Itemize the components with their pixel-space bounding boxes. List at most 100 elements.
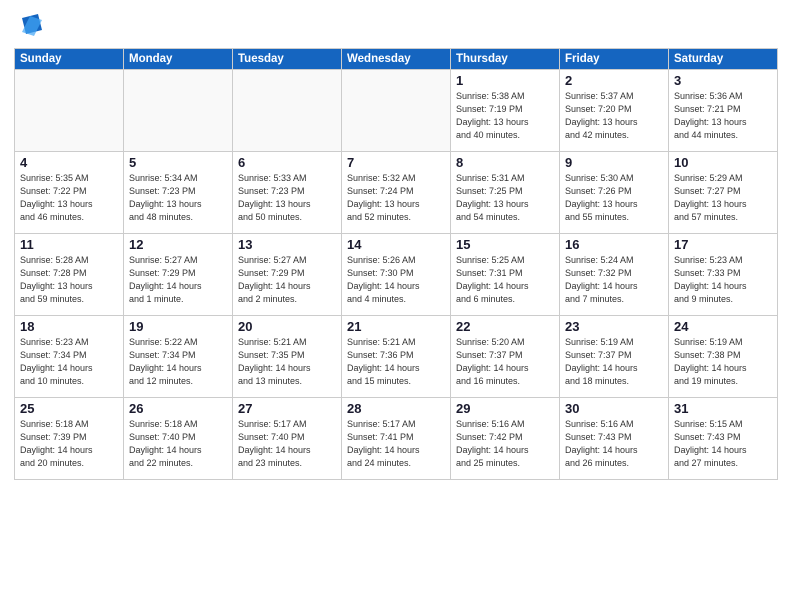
day-number: 25 — [20, 401, 118, 416]
day-info: Sunrise: 5:16 AM Sunset: 7:43 PM Dayligh… — [565, 418, 663, 470]
day-number: 28 — [347, 401, 445, 416]
weekday-header-thursday: Thursday — [451, 49, 560, 70]
day-number: 9 — [565, 155, 663, 170]
day-info: Sunrise: 5:27 AM Sunset: 7:29 PM Dayligh… — [129, 254, 227, 306]
day-info: Sunrise: 5:23 AM Sunset: 7:34 PM Dayligh… — [20, 336, 118, 388]
calendar-week-row: 1 Sunrise: 5:38 AM Sunset: 7:19 PM Daylig… — [15, 70, 778, 152]
day-info: Sunrise: 5:28 AM Sunset: 7:28 PM Dayligh… — [20, 254, 118, 306]
calendar-cell: 3Sunrise: 5:36 AM Sunset: 7:21 PM Daylig… — [669, 70, 778, 152]
day-info: Sunrise: 5:22 AM Sunset: 7:34 PM Dayligh… — [129, 336, 227, 388]
day-info: Sunrise: 5:19 AM Sunset: 7:37 PM Dayligh… — [565, 336, 663, 388]
day-info: Sunrise: 5:17 AM Sunset: 7:40 PM Dayligh… — [238, 418, 336, 470]
calendar-cell: 26 Sunrise: 5:18 AM Sunset: 7:40 PM Dayli… — [124, 398, 233, 480]
calendar-cell: 6Sunrise: 5:33 AM Sunset: 7:23 PM Daylig… — [233, 152, 342, 234]
calendar-cell: 15Sunrise: 5:25 AM Sunset: 7:31 PM Dayli… — [451, 234, 560, 316]
calendar-cell: 2 Sunrise: 5:37 AM Sunset: 7:20 PM Daylig… — [560, 70, 669, 152]
day-info: Sunrise: 5:34 AM Sunset: 7:23 PM Dayligh… — [129, 172, 227, 224]
day-number: 22 — [456, 319, 554, 334]
day-info: Sunrise: 5:31 AM Sunset: 7:25 PM Dayligh… — [456, 172, 554, 224]
weekday-header-friday: Friday — [560, 49, 669, 70]
day-info: Sunrise: 5:21 AM Sunset: 7:36 PM Dayligh… — [347, 336, 445, 388]
day-info: Sunrise: 5:29 AM Sunset: 7:27 PM Dayligh… — [674, 172, 772, 224]
day-number: 14 — [347, 237, 445, 252]
weekday-header-monday: Monday — [124, 49, 233, 70]
day-info: Sunrise: 5:20 AM Sunset: 7:37 PM Dayligh… — [456, 336, 554, 388]
day-info: Sunrise: 5:26 AM Sunset: 7:30 PM Dayligh… — [347, 254, 445, 306]
day-number: 2 — [565, 73, 663, 88]
day-number: 19 — [129, 319, 227, 334]
day-number: 11 — [20, 237, 118, 252]
day-info: Sunrise: 5:18 AM Sunset: 7:39 PM Dayligh… — [20, 418, 118, 470]
day-info: Sunrise: 5:32 AM Sunset: 7:24 PM Dayligh… — [347, 172, 445, 224]
day-info: Sunrise: 5:30 AM Sunset: 7:26 PM Dayligh… — [565, 172, 663, 224]
logo — [14, 10, 50, 42]
calendar-week-row: 11 Sunrise: 5:28 AM Sunset: 7:28 PM Dayli… — [15, 234, 778, 316]
calendar-cell: 19 Sunrise: 5:22 AM Sunset: 7:34 PM Dayli… — [124, 316, 233, 398]
day-info: Sunrise: 5:27 AM Sunset: 7:29 PM Dayligh… — [238, 254, 336, 306]
day-number: 10 — [674, 155, 772, 170]
calendar-cell: 16 Sunrise: 5:24 AM Sunset: 7:32 PM Dayli… — [560, 234, 669, 316]
day-info: Sunrise: 5:21 AM Sunset: 7:35 PM Dayligh… — [238, 336, 336, 388]
weekday-header-sunday: Sunday — [15, 49, 124, 70]
day-number: 13 — [238, 237, 336, 252]
calendar-cell: 18 Sunrise: 5:23 AM Sunset: 7:34 PM Dayli… — [15, 316, 124, 398]
calendar-cell: 27 Sunrise: 5:17 AM Sunset: 7:40 PM Dayli… — [233, 398, 342, 480]
day-number: 7 — [347, 155, 445, 170]
day-number: 30 — [565, 401, 663, 416]
calendar-week-row: 18 Sunrise: 5:23 AM Sunset: 7:34 PM Dayli… — [15, 316, 778, 398]
day-number: 24 — [674, 319, 772, 334]
day-info: Sunrise: 5:16 AM Sunset: 7:42 PM Dayligh… — [456, 418, 554, 470]
calendar-week-row: 4 Sunrise: 5:35 AM Sunset: 7:22 PM Daylig… — [15, 152, 778, 234]
calendar-cell — [15, 70, 124, 152]
day-number: 8 — [456, 155, 554, 170]
day-info: Sunrise: 5:17 AM Sunset: 7:41 PM Dayligh… — [347, 418, 445, 470]
header — [14, 10, 778, 42]
day-number: 27 — [238, 401, 336, 416]
day-info: Sunrise: 5:38 AM Sunset: 7:19 PM Dayligh… — [456, 90, 554, 142]
day-info: Sunrise: 5:19 AM Sunset: 7:38 PM Dayligh… — [674, 336, 772, 388]
day-info: Sunrise: 5:23 AM Sunset: 7:33 PM Dayligh… — [674, 254, 772, 306]
calendar-cell — [233, 70, 342, 152]
calendar-cell: 8 Sunrise: 5:31 AM Sunset: 7:25 PM Daylig… — [451, 152, 560, 234]
day-number: 5 — [129, 155, 227, 170]
calendar-cell: 1 Sunrise: 5:38 AM Sunset: 7:19 PM Daylig… — [451, 70, 560, 152]
day-number: 18 — [20, 319, 118, 334]
day-number: 29 — [456, 401, 554, 416]
calendar-cell: 23 Sunrise: 5:19 AM Sunset: 7:37 PM Dayli… — [560, 316, 669, 398]
day-number: 20 — [238, 319, 336, 334]
calendar-cell: 12Sunrise: 5:27 AM Sunset: 7:29 PM Dayli… — [124, 234, 233, 316]
page: SundayMondayTuesdayWednesdayThursdayFrid… — [0, 0, 792, 612]
day-info: Sunrise: 5:36 AM Sunset: 7:21 PM Dayligh… — [674, 90, 772, 142]
calendar-cell: 24 Sunrise: 5:19 AM Sunset: 7:38 PM Dayli… — [669, 316, 778, 398]
calendar-cell: 17Sunrise: 5:23 AM Sunset: 7:33 PM Dayli… — [669, 234, 778, 316]
calendar-week-row: 25 Sunrise: 5:18 AM Sunset: 7:39 PM Dayli… — [15, 398, 778, 480]
calendar-cell — [124, 70, 233, 152]
calendar-cell: 30 Sunrise: 5:16 AM Sunset: 7:43 PM Dayli… — [560, 398, 669, 480]
day-number: 23 — [565, 319, 663, 334]
day-info: Sunrise: 5:24 AM Sunset: 7:32 PM Dayligh… — [565, 254, 663, 306]
calendar-cell: 7 Sunrise: 5:32 AM Sunset: 7:24 PM Daylig… — [342, 152, 451, 234]
day-number: 15 — [456, 237, 554, 252]
calendar-cell: 20 Sunrise: 5:21 AM Sunset: 7:35 PM Dayli… — [233, 316, 342, 398]
day-number: 16 — [565, 237, 663, 252]
day-info: Sunrise: 5:35 AM Sunset: 7:22 PM Dayligh… — [20, 172, 118, 224]
day-number: 21 — [347, 319, 445, 334]
calendar-cell: 25 Sunrise: 5:18 AM Sunset: 7:39 PM Dayli… — [15, 398, 124, 480]
day-number: 26 — [129, 401, 227, 416]
day-number: 1 — [456, 73, 554, 88]
calendar-cell: 31Sunrise: 5:15 AM Sunset: 7:43 PM Dayli… — [669, 398, 778, 480]
logo-icon — [14, 10, 46, 42]
day-number: 4 — [20, 155, 118, 170]
weekday-header-row: SundayMondayTuesdayWednesdayThursdayFrid… — [15, 49, 778, 70]
weekday-header-saturday: Saturday — [669, 49, 778, 70]
calendar-table: SundayMondayTuesdayWednesdayThursdayFrid… — [14, 48, 778, 480]
calendar-cell: 5 Sunrise: 5:34 AM Sunset: 7:23 PM Daylig… — [124, 152, 233, 234]
calendar-cell: 13 Sunrise: 5:27 AM Sunset: 7:29 PM Dayli… — [233, 234, 342, 316]
day-number: 6 — [238, 155, 336, 170]
day-info: Sunrise: 5:18 AM Sunset: 7:40 PM Dayligh… — [129, 418, 227, 470]
calendar-cell: 11 Sunrise: 5:28 AM Sunset: 7:28 PM Dayli… — [15, 234, 124, 316]
calendar-cell: 9 Sunrise: 5:30 AM Sunset: 7:26 PM Daylig… — [560, 152, 669, 234]
calendar-cell: 21 Sunrise: 5:21 AM Sunset: 7:36 PM Dayli… — [342, 316, 451, 398]
day-info: Sunrise: 5:37 AM Sunset: 7:20 PM Dayligh… — [565, 90, 663, 142]
calendar-cell: 28 Sunrise: 5:17 AM Sunset: 7:41 PM Dayli… — [342, 398, 451, 480]
